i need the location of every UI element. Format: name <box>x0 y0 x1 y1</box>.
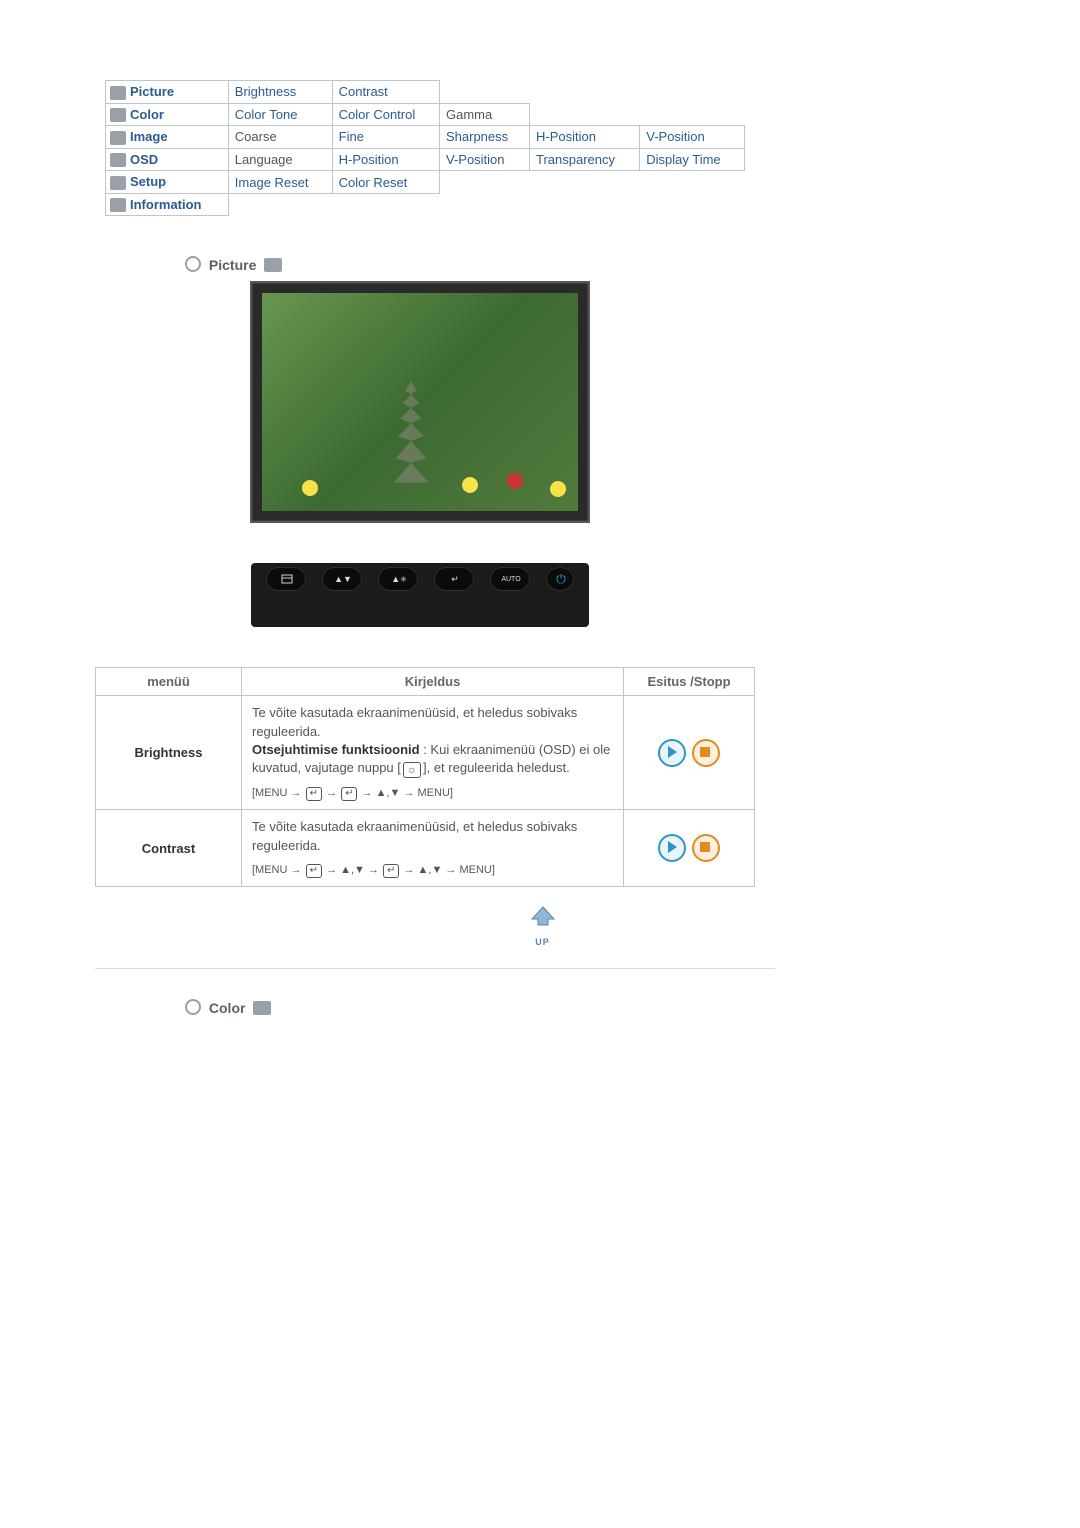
enter-button-icon: ↵ <box>434 567 474 591</box>
nav-link-brightness[interactable]: Brightness <box>235 84 296 99</box>
row-name-brightness: Brightness <box>96 696 242 810</box>
picture-desc-table: menüü Kirjeldus Esitus /Stopp Brightness… <box>95 667 755 887</box>
col-desc: Kirjeldus <box>242 668 624 696</box>
menu-button-icon <box>266 567 306 591</box>
nav-link-language[interactable]: Language <box>235 152 293 167</box>
up-arrow-icon <box>526 905 560 933</box>
bullet-icon <box>185 256 201 272</box>
adjust-button-icon: ▲✳ <box>378 567 418 591</box>
monitor-button-bar: ▲▼ ▲✳ ↵ AUTO ⏻ <box>251 563 589 627</box>
scroll-top-button[interactable]: UP <box>523 905 563 948</box>
play-button[interactable] <box>658 739 686 767</box>
section-divider <box>95 968 775 969</box>
row-name-contrast: Contrast <box>96 810 242 887</box>
picture-small-icon <box>264 258 282 272</box>
section-title-picture: Picture <box>185 256 980 273</box>
up-label: UP <box>535 937 550 947</box>
stop-button[interactable] <box>692 834 720 862</box>
sun-icon: ☼ <box>403 762 421 778</box>
updown-button-icon: ▲▼ <box>322 567 362 591</box>
nav-link-sharpness[interactable]: Sharpness <box>446 129 508 144</box>
osd-nav-table: Picture Brightness Contrast Color Color … <box>105 80 745 216</box>
table-row: Brightness Te võite kasutada ekraanimenü… <box>96 696 755 810</box>
nav-link-coarse[interactable]: Coarse <box>235 129 277 144</box>
table-row: Contrast Te võite kasutada ekraanimenüüs… <box>96 810 755 887</box>
auto-button-icon: AUTO <box>490 567 530 591</box>
nav-link-displaytime[interactable]: Display Time <box>646 152 720 167</box>
nav-link-imagereset[interactable]: Image Reset <box>235 175 309 190</box>
nav-sequence-brightness: [MENU → ↵ → ↵ → ▲,▼ → MENU] <box>252 786 613 801</box>
nav-link-transparency[interactable]: Transparency <box>536 152 615 167</box>
nav-cat-setup[interactable]: Setup <box>130 174 166 189</box>
nav-cat-picture[interactable]: Picture <box>130 84 174 99</box>
row-desc-brightness: Te võite kasutada ekraanimenüüsid, et he… <box>242 696 624 810</box>
nav-link-contrast[interactable]: Contrast <box>339 84 388 99</box>
nav-link-colorreset[interactable]: Color Reset <box>339 175 408 190</box>
section-title-picture-text: Picture <box>209 257 256 273</box>
section-title-color-text: Color <box>209 1000 246 1016</box>
nav-link-colorcontrol[interactable]: Color Control <box>339 107 416 122</box>
stop-button[interactable] <box>692 739 720 767</box>
nav-link-hposition-osd[interactable]: H-Position <box>339 152 399 167</box>
col-play: Esitus /Stopp <box>624 668 755 696</box>
color-icon <box>110 108 126 122</box>
play-button[interactable] <box>658 834 686 862</box>
nav-cat-image[interactable]: Image <box>130 129 168 144</box>
section-title-color: Color <box>185 999 980 1016</box>
bullet-icon <box>185 999 201 1015</box>
nav-link-hposition-img[interactable]: H-Position <box>536 129 596 144</box>
row-desc-contrast: Te võite kasutada ekraanimenüüsid, et he… <box>242 810 624 887</box>
preview-display <box>250 281 590 523</box>
picture-icon <box>110 86 126 100</box>
enter-icon: ↵ <box>341 787 357 801</box>
enter-icon: ↵ <box>306 787 322 801</box>
enter-icon: ↵ <box>383 864 399 878</box>
nav-link-colortone[interactable]: Color Tone <box>235 107 298 122</box>
image-icon <box>110 131 126 145</box>
osd-icon <box>110 153 126 167</box>
nav-link-gamma[interactable]: Gamma <box>446 107 492 122</box>
information-icon <box>110 198 126 212</box>
col-menu: menüü <box>96 668 242 696</box>
enter-icon: ↵ <box>306 864 322 878</box>
nav-cat-information[interactable]: Information <box>130 197 202 212</box>
nav-link-vposition-img[interactable]: V-Position <box>646 129 705 144</box>
preview-image <box>262 293 578 511</box>
nav-sequence-contrast: [MENU → ↵ → ▲,▼ → ↵ → ▲,▼ → MENU] <box>252 863 613 878</box>
nav-cat-color[interactable]: Color <box>130 107 164 122</box>
color-small-icon <box>253 1001 271 1015</box>
nav-cat-osd[interactable]: OSD <box>130 152 158 167</box>
power-button-icon: ⏻ <box>546 567 574 591</box>
nav-link-fine[interactable]: Fine <box>339 129 364 144</box>
setup-icon <box>110 176 126 190</box>
nav-link-vposition-osd[interactable]: V-Position <box>446 152 505 167</box>
